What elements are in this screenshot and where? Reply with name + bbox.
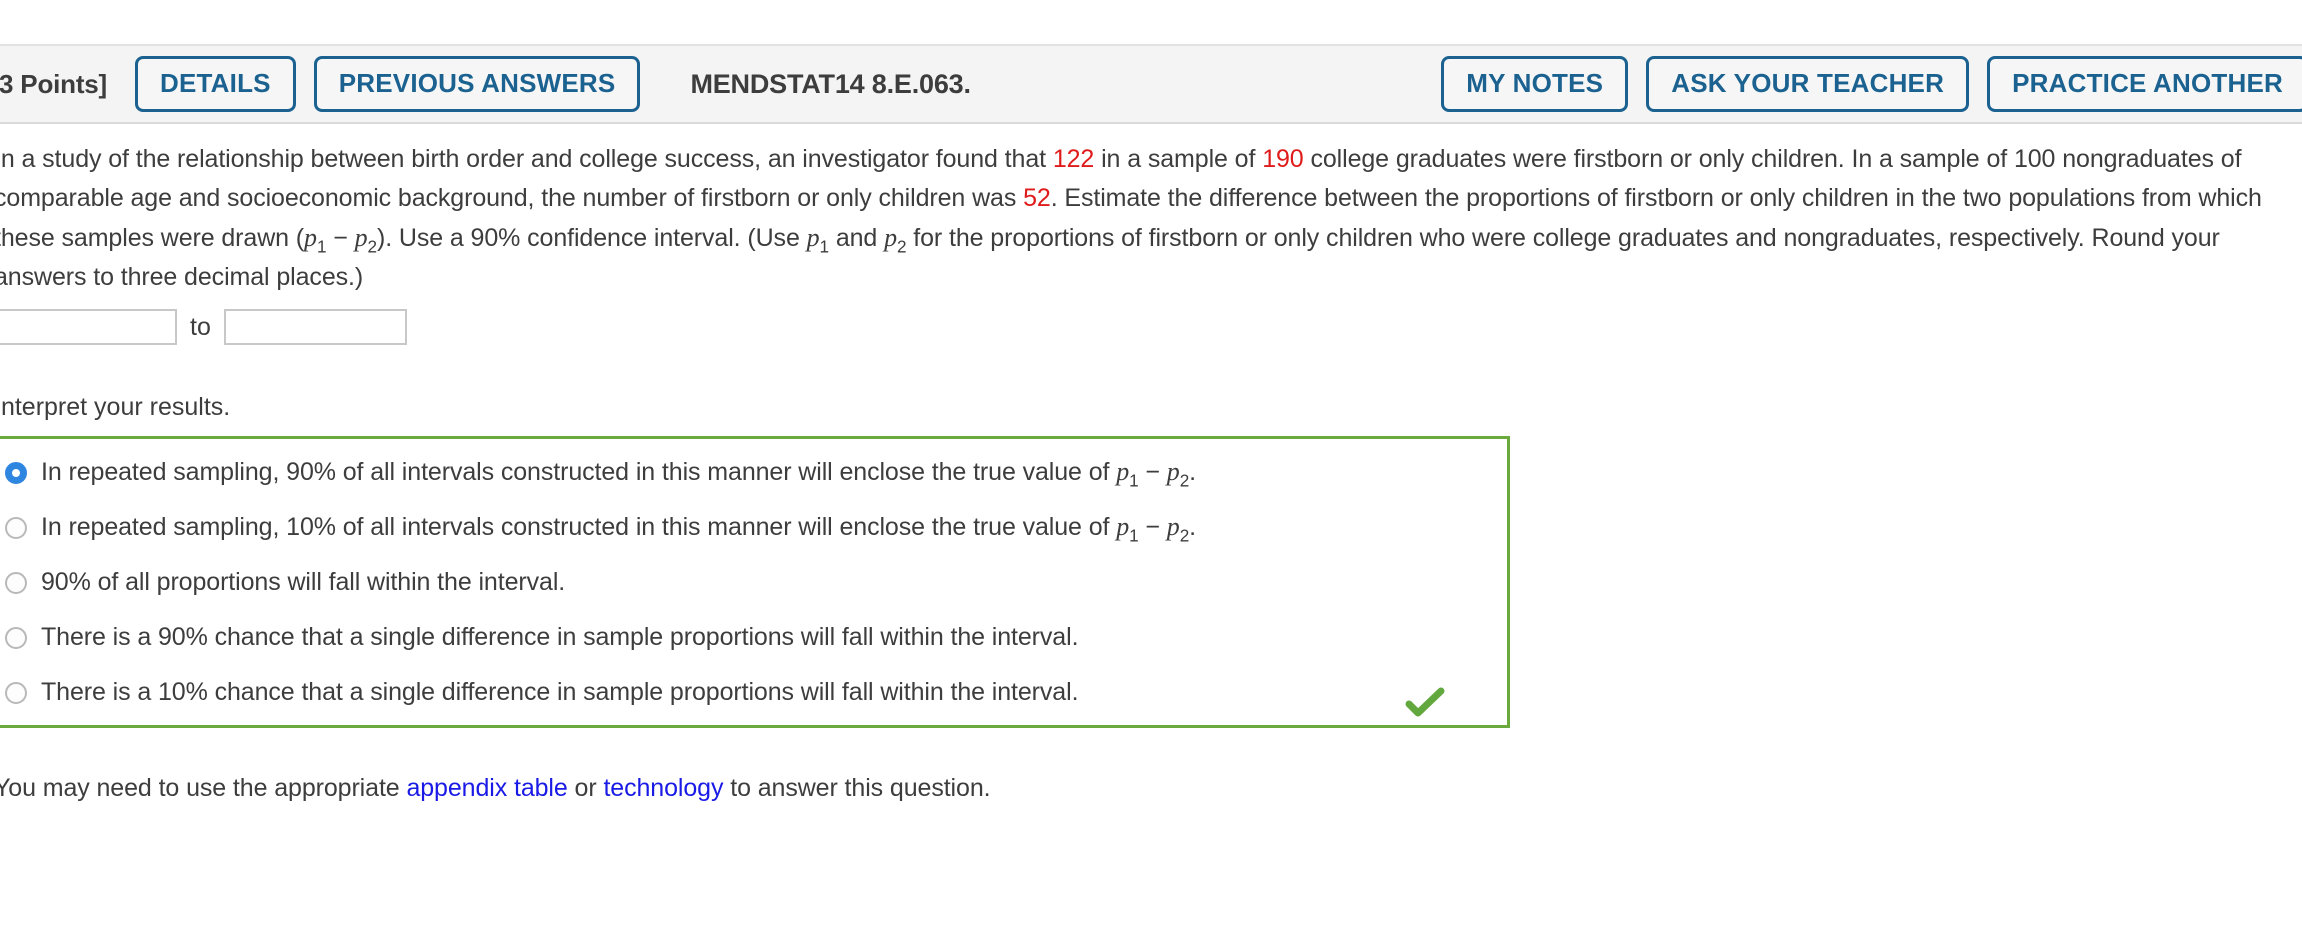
p1-symbol-opt2: p1 [1116, 512, 1139, 546]
minus-symbol: − [326, 224, 355, 252]
question-content: In a study of the relationship between b… [0, 140, 2302, 803]
previous-answers-button[interactable]: PREVIOUS ANSWERS [313, 56, 641, 112]
question-part-2: in a sample of [1094, 145, 1263, 173]
p1-symbol-opt1: p1 [1116, 457, 1139, 491]
radio-option-1[interactable] [5, 462, 27, 484]
question-value-190: 190 [1262, 145, 1304, 173]
option-label-2: In repeated sampling, 10% of all interva… [41, 512, 1196, 546]
lower-bound-input[interactable] [0, 309, 177, 345]
confidence-interval-answer-row: to [0, 309, 2302, 345]
question-part-1: In a study of the relationship between b… [0, 145, 1053, 173]
question-part-5: ). Use a 90% confidence interval. (Use [376, 224, 807, 252]
practice-another-button[interactable]: PRACTICE ANOTHER [1987, 56, 2302, 112]
green-check-icon [1405, 687, 1445, 717]
question-value-122: 122 [1052, 145, 1095, 173]
points-label: /3 Points] [0, 68, 108, 99]
footer-post: to answer this question. [723, 774, 991, 802]
radio-option-3[interactable] [5, 572, 27, 594]
p2-symbol-opt2: p2 [1166, 512, 1190, 546]
interpret-prompt: Interpret your results. [0, 393, 231, 421]
question-text: In a study of the relationship between b… [0, 140, 2294, 297]
toolbar-right-group: MY NOTES ASK YOUR TEACHER PRACTICE ANOTH… [1441, 56, 2302, 112]
option-label-3: 90% of all proportions will fall within … [41, 568, 566, 596]
interval-separator-label: to [190, 312, 211, 341]
p1-symbol: p1 [304, 223, 327, 257]
option-row-2[interactable]: In repeated sampling, 10% of all interva… [0, 510, 1507, 544]
option-row-3[interactable]: 90% of all proportions will fall within … [0, 565, 1507, 599]
radio-option-4[interactable] [5, 627, 27, 649]
top-gutter [0, 0, 2302, 46]
p1-symbol-use: p1 [806, 223, 829, 257]
p2-symbol-opt1: p2 [1166, 457, 1190, 491]
option-row-5[interactable]: There is a 10% chance that a single diff… [0, 675, 1507, 709]
question-value-52: 52 [1023, 184, 1051, 212]
question-code: MENDSTAT14 8.E.063. [690, 68, 971, 99]
option-label-4: There is a 90% chance that a single diff… [41, 623, 1079, 651]
option-row-1[interactable]: In repeated sampling, 90% of all interva… [0, 455, 1507, 489]
radio-option-5[interactable] [5, 682, 27, 704]
details-button[interactable]: DETAILS [135, 56, 296, 112]
option-label-1: In repeated sampling, 90% of all interva… [41, 457, 1196, 491]
p2-symbol: p2 [354, 223, 377, 257]
question-toolbar: /3 Points] DETAILS PREVIOUS ANSWERS MEND… [0, 46, 2302, 124]
p2-symbol-use: p2 [884, 223, 907, 257]
question-part-6: and [828, 224, 885, 252]
footer-note: You may need to use the appropriate appe… [0, 774, 2302, 803]
appendix-table-link[interactable]: appendix table [406, 774, 567, 802]
option-label-5: There is a 10% chance that a single diff… [41, 678, 1079, 706]
my-notes-button[interactable]: MY NOTES [1441, 56, 1629, 112]
option-row-4[interactable]: There is a 90% chance that a single diff… [0, 620, 1507, 654]
radio-option-2[interactable] [5, 517, 27, 539]
footer-pre: You may need to use the appropriate [0, 774, 407, 802]
interpretation-options-box: In repeated sampling, 90% of all interva… [0, 436, 1510, 728]
technology-link[interactable]: technology [603, 774, 723, 802]
ask-your-teacher-button[interactable]: ASK YOUR TEACHER [1646, 56, 1970, 112]
footer-mid: or [567, 774, 604, 802]
upper-bound-input[interactable] [223, 309, 407, 345]
